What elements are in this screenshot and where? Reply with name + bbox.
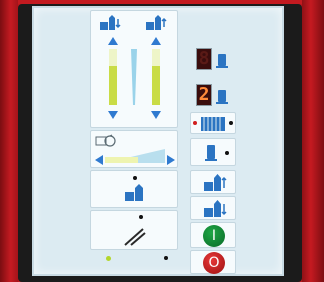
level-indicator-box: [90, 10, 178, 128]
bin-select-button[interactable]: [90, 170, 178, 208]
control-panel: 8 2 I O: [32, 6, 284, 276]
left-up-arrow-icon[interactable]: [108, 37, 118, 45]
cycle-slider[interactable]: [105, 147, 165, 165]
auger-button[interactable]: [190, 112, 236, 134]
cycle-icon: [95, 134, 116, 147]
display-upper: 8: [196, 48, 212, 70]
left-level-fill: [109, 66, 117, 105]
left-down-arrow-icon[interactable]: [108, 111, 118, 119]
bin-icon: [125, 184, 143, 201]
fill-down-button[interactable]: [190, 196, 236, 220]
bottom-led-right: [164, 256, 168, 260]
start-label: I: [211, 228, 217, 244]
pipe-icon: [205, 145, 217, 161]
display-lower: 2: [196, 84, 212, 106]
machine-frame-left: [0, 0, 18, 282]
start-button[interactable]: I: [203, 225, 225, 247]
dryer-cycle-box: [90, 130, 178, 168]
start-button-box: I: [190, 222, 236, 248]
silo-icon-upper: [216, 54, 228, 68]
bin-load-up-icon: [146, 15, 167, 30]
bottom-led-left: [106, 256, 111, 261]
sweep-indicator: [139, 215, 143, 219]
right-up-arrow-icon[interactable]: [151, 37, 161, 45]
slider-right-arrow-icon[interactable]: [167, 155, 175, 165]
level-bars: [109, 49, 160, 105]
stop-button-box: O: [190, 250, 236, 274]
stop-button[interactable]: O: [203, 252, 225, 274]
bin-down-icon: [204, 200, 227, 217]
center-level-wedge: [131, 49, 137, 105]
auger-led-right: [229, 121, 233, 125]
sweep-button[interactable]: [90, 210, 178, 250]
pipe-indicator: [225, 151, 229, 155]
stop-label: O: [208, 255, 220, 271]
sweep-icon: [124, 228, 146, 246]
right-level-fill: [152, 66, 160, 105]
bin-unload-down-icon: [100, 15, 121, 30]
silo-icon-lower: [216, 90, 228, 104]
machine-frame-right: [302, 0, 324, 282]
auger-icon: [201, 117, 225, 131]
pipe-button[interactable]: [190, 138, 236, 166]
right-down-arrow-icon[interactable]: [151, 111, 161, 119]
slider-left-arrow-icon[interactable]: [95, 155, 103, 165]
fill-up-button[interactable]: [190, 170, 236, 194]
bin-up-icon: [204, 174, 227, 191]
auger-led-left: [193, 121, 197, 125]
bin-select-indicator: [133, 176, 137, 180]
